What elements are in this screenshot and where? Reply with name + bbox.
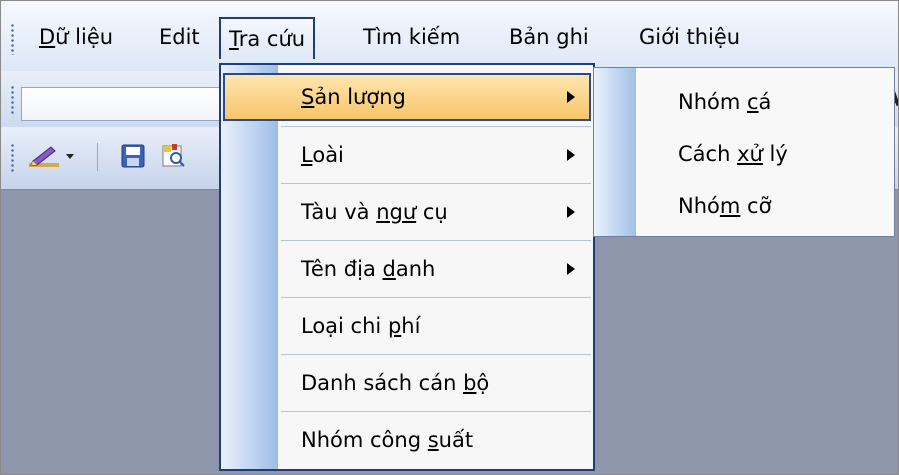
menu-edit[interactable]: Edit <box>151 19 208 55</box>
submenu-arrow-icon <box>567 263 575 275</box>
menu-bar: Dữ liệu Edit Tra cứu Tìm kiếm Bản ghi Gi… <box>1 1 898 71</box>
toolbar-separator <box>97 143 98 171</box>
menu-item-nhom-cong-suat[interactable]: Nhóm công suất <box>221 412 593 468</box>
dropdown-tra-cuu: Sản lượng Loài Tàu và ngư cụ Tên địa dan… <box>219 63 595 471</box>
menu-item-loai[interactable]: Loài <box>221 127 593 183</box>
submenu-item-nhom-co[interactable]: Nhóm cỡ <box>678 186 771 226</box>
submenu-san-luong: Nhóm cá Cách xử lý Nhóm cỡ <box>593 67 895 237</box>
menu-item-ten-dia-danh[interactable]: Tên địa danh <box>221 241 593 297</box>
menu-item-san-luong[interactable]: Sản lượng <box>223 73 591 121</box>
menu-tra-cuu[interactable]: Tra cứu <box>219 17 316 59</box>
menu-item-tau-va-ngu-cu[interactable]: Tàu và ngư cụ <box>221 184 593 240</box>
submenu-arrow-icon <box>567 206 575 218</box>
menu-item-danh-sach-can-bo[interactable]: Danh sách cán bộ <box>221 355 593 411</box>
menu-gioi-thieu[interactable]: Giới thiệu <box>631 19 748 55</box>
submenu-icon-strip <box>594 68 636 236</box>
submenu-item-nhom-ca[interactable]: Nhóm cá <box>678 82 771 122</box>
submenu-arrow-icon <box>567 149 575 161</box>
submenu-arrow-icon <box>567 91 575 103</box>
menu-du-lieu[interactable]: Dữ liệu <box>31 19 121 55</box>
grip-icon[interactable] <box>11 85 14 115</box>
dropdown-arrow-icon[interactable] <box>63 143 77 169</box>
menu-ban-ghi[interactable]: Bản ghi <box>501 19 597 55</box>
save-icon[interactable] <box>119 143 147 169</box>
submenu-item-cach-xu-ly[interactable]: Cách xử lý <box>678 134 788 174</box>
preview-icon[interactable] <box>159 143 189 169</box>
edit-pencil-icon[interactable] <box>27 143 61 169</box>
menu-tim-kiem[interactable]: Tìm kiếm <box>355 19 468 55</box>
app-window: Dữ liệu Edit Tra cứu Tìm kiếm Bản ghi Gi… <box>0 0 899 475</box>
grip-icon[interactable] <box>11 143 14 173</box>
grip-icon[interactable] <box>11 23 14 55</box>
toolbar-combo-box[interactable] <box>21 87 233 121</box>
menu-item-loai-chi-phi[interactable]: Loại chi phí <box>221 298 593 354</box>
